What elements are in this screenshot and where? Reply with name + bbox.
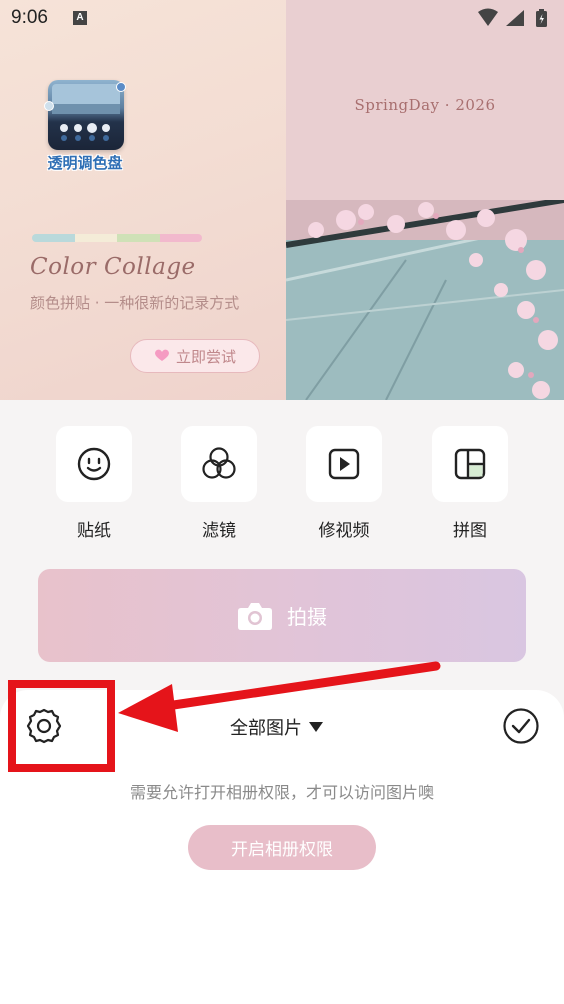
- annotation-highlight-box: [8, 680, 115, 772]
- permission-message: 需要允许打开相册权限，才可以访问图片噢: [129, 783, 434, 802]
- tool-label: 贴纸: [77, 521, 111, 541]
- thumbnail-handle-dot: [44, 101, 54, 111]
- collage-grid-icon: [454, 448, 486, 480]
- spring-day-text: SpringDay · 2026: [354, 96, 496, 114]
- tools-row: 贴纸 滤镜 修视频 拼图: [0, 426, 564, 546]
- tool-sticker[interactable]: 贴纸: [56, 426, 132, 541]
- color-palette-app-thumbnail: [48, 80, 124, 150]
- collage-tile[interactable]: [432, 426, 508, 502]
- banner-subtitle: 颜色拼贴 · 一种很新的记录方式: [30, 294, 240, 312]
- album-dropdown-label: 全部图片: [230, 718, 302, 739]
- heart-icon: [154, 347, 170, 366]
- try-now-label: 立即尝试: [175, 347, 236, 366]
- color-swatch: [159, 234, 202, 242]
- video-play-icon: [328, 448, 360, 480]
- color-swatch: [32, 234, 75, 242]
- color-swatch: [74, 234, 117, 242]
- tool-video[interactable]: 修视频: [306, 426, 382, 541]
- try-now-button[interactable]: 立即尝试: [130, 339, 260, 373]
- smiley-icon: [77, 447, 111, 481]
- thumbnail-handle-dot: [116, 82, 126, 92]
- color-strip: [32, 234, 202, 242]
- filter-tile[interactable]: [181, 426, 257, 502]
- tool-label: 拼图: [453, 521, 487, 541]
- status-bar: 9:06 A: [0, 0, 564, 38]
- video-tile[interactable]: [306, 426, 382, 502]
- capture-button[interactable]: 拍摄: [38, 569, 526, 662]
- color-swatch: [117, 234, 160, 242]
- tool-filter[interactable]: 滤镜: [181, 426, 257, 541]
- wifi-icon: [478, 8, 498, 26]
- status-icons: [478, 8, 547, 27]
- album-dropdown[interactable]: 全部图片: [230, 714, 324, 740]
- tool-collage[interactable]: 拼图: [432, 426, 508, 541]
- capture-label: 拍摄: [287, 605, 327, 629]
- filter-circles-icon: [202, 447, 236, 479]
- enable-album-permission-button[interactable]: 开启相册权限: [188, 825, 376, 870]
- promo-banner[interactable]: SpringDay · 2026 透明调色盘 Color Collage 颜色拼…: [0, 0, 564, 400]
- sticker-tile[interactable]: [56, 426, 132, 502]
- battery-charging-icon: [536, 9, 547, 27]
- tool-label: 修视频: [318, 521, 370, 541]
- camera-icon: [238, 602, 272, 630]
- check-circle-icon[interactable]: [502, 707, 540, 745]
- notification-a-icon: A: [73, 11, 87, 25]
- cherry-blossom-photo: [286, 200, 564, 400]
- status-time: 9:06: [11, 7, 48, 28]
- banner-title: Color Collage: [30, 254, 196, 280]
- signal-icon: [506, 10, 524, 26]
- app-badge-label: 透明调色盘: [47, 154, 123, 172]
- tool-label: 滤镜: [202, 521, 236, 541]
- caret-down-icon: [309, 722, 323, 732]
